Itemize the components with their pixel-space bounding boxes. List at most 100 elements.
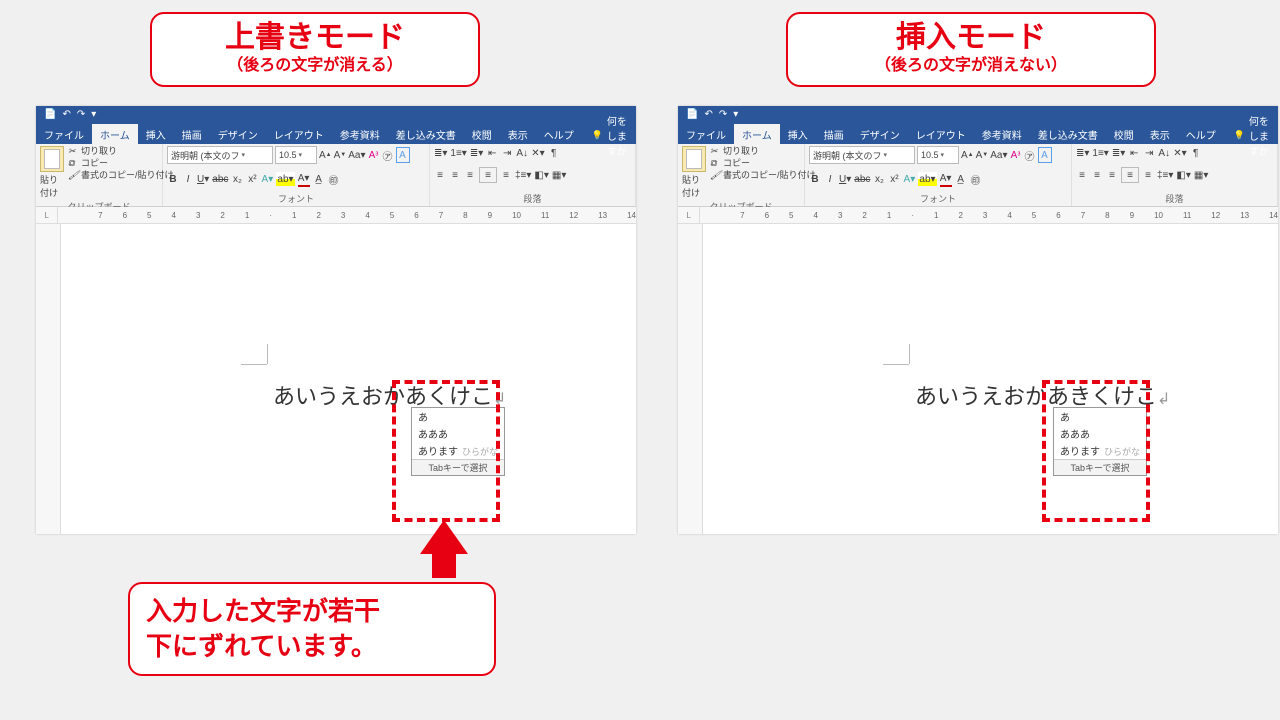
paste-button[interactable]: 貼り付け	[40, 146, 64, 199]
enclose-button[interactable]: A	[396, 147, 410, 163]
strike-button[interactable]: abc	[854, 172, 870, 186]
show-marks-button[interactable]: ¶	[548, 146, 560, 160]
align-left-button[interactable]: ≡	[1076, 168, 1088, 182]
highlight-button[interactable]: ab▾	[918, 172, 936, 186]
font-size-combo[interactable]: 10.5▾	[275, 146, 317, 164]
tab-layout[interactable]: レイアウト	[908, 124, 974, 144]
highlight-button[interactable]: ab▾	[276, 172, 294, 186]
font-color-button[interactable]: A▾	[940, 171, 952, 187]
copy-button[interactable]: ⧉コピー	[68, 158, 174, 169]
align-right-button[interactable]: ≡	[464, 168, 476, 182]
tab-review[interactable]: 校閲	[464, 124, 500, 144]
asian-layout-button[interactable]: ✕▾	[1173, 146, 1186, 160]
underline-button[interactable]: U▾	[197, 172, 209, 186]
font-size-combo[interactable]: 10.5▾	[917, 146, 959, 164]
tab-review[interactable]: 校閲	[1106, 124, 1142, 144]
tab-home[interactable]: ホーム	[92, 124, 138, 144]
tab-layout[interactable]: レイアウト	[266, 124, 332, 144]
multilevel-button[interactable]: ≣▾	[1112, 146, 1125, 160]
text-effects-button[interactable]: A▾	[261, 172, 273, 186]
justify-button[interactable]: ≡	[1121, 167, 1139, 183]
tell-me[interactable]: 💡何をしますか	[586, 124, 636, 144]
horizontal-ruler[interactable]: 7654321·1234567891011121314	[700, 207, 1278, 224]
superscript-button[interactable]: x²	[246, 172, 258, 186]
save-icon[interactable]: 📄	[686, 110, 698, 120]
superscript-button[interactable]: x²	[888, 172, 900, 186]
align-left-button[interactable]: ≡	[434, 168, 446, 182]
tab-insert[interactable]: 挿入	[138, 124, 174, 144]
strike-button[interactable]: abc	[212, 172, 228, 186]
enclose-button[interactable]: A	[1038, 147, 1052, 163]
tab-mailings[interactable]: 差し込み文書	[388, 124, 464, 144]
justify-button[interactable]: ≡	[479, 167, 497, 183]
bullets-button[interactable]: ≣▾	[434, 146, 447, 160]
phonetic-button[interactable]: ㋐	[382, 148, 394, 162]
tab-references[interactable]: 参考資料	[974, 124, 1030, 144]
shading-button[interactable]: ◧▾	[534, 168, 548, 182]
outdent-button[interactable]: ⇤	[1128, 146, 1140, 160]
tab-help[interactable]: ヘルプ	[536, 124, 582, 144]
numbering-button[interactable]: 1≡▾	[450, 146, 466, 160]
shrink-font-button[interactable]: A▼	[334, 148, 347, 162]
bold-button[interactable]: B	[809, 172, 821, 186]
vertical-ruler[interactable]	[678, 224, 703, 534]
tab-home[interactable]: ホーム	[734, 124, 780, 144]
tab-help[interactable]: ヘルプ	[1178, 124, 1224, 144]
multilevel-button[interactable]: ≣▾	[470, 146, 483, 160]
align-center-button[interactable]: ≡	[449, 168, 461, 182]
shrink-font-button[interactable]: A▼	[976, 148, 989, 162]
copy-button[interactable]: ⧉コピー	[710, 158, 816, 169]
enclose-char-button[interactable]: ㊞	[970, 172, 982, 186]
page[interactable]: あいうえおかあくけこ↲ あ あああ ありますひらがな Tabキーで選択	[61, 224, 636, 534]
borders-button[interactable]: ▦▾	[552, 168, 566, 182]
grow-font-button[interactable]: A▲	[961, 148, 974, 162]
tab-design[interactable]: デザイン	[852, 124, 908, 144]
asian-layout-button[interactable]: ✕▾	[531, 146, 544, 160]
shading-button[interactable]: ◧▾	[1176, 168, 1190, 182]
bold-button[interactable]: B	[167, 172, 179, 186]
borders-button[interactable]: ▦▾	[1194, 168, 1208, 182]
line-spacing-button[interactable]: ‡≡▾	[1157, 168, 1173, 182]
numbering-button[interactable]: 1≡▾	[1092, 146, 1108, 160]
text-effects-button[interactable]: A▾	[903, 172, 915, 186]
italic-button[interactable]: I	[182, 172, 194, 186]
tab-draw[interactable]: 描画	[816, 124, 852, 144]
indent-button[interactable]: ⇥	[1143, 146, 1155, 160]
undo-icon[interactable]: ↶	[704, 110, 712, 120]
save-icon[interactable]: 📄	[44, 110, 56, 120]
tab-design[interactable]: デザイン	[210, 124, 266, 144]
indent-button[interactable]: ⇥	[501, 146, 513, 160]
format-painter-button[interactable]: 🖌書式のコピー/貼り付け	[68, 170, 174, 181]
align-center-button[interactable]: ≡	[1091, 168, 1103, 182]
underline-button[interactable]: U▾	[839, 172, 851, 186]
grow-font-button[interactable]: A▲	[319, 148, 332, 162]
outdent-button[interactable]: ⇤	[486, 146, 498, 160]
sort-button[interactable]: A↓	[516, 146, 528, 160]
format-painter-button[interactable]: 🖌書式のコピー/貼り付け	[710, 170, 816, 181]
char-shading-button[interactable]: A̲	[313, 172, 325, 186]
tab-references[interactable]: 参考資料	[332, 124, 388, 144]
change-case-button[interactable]: Aa▾	[990, 148, 1007, 162]
line-spacing-button[interactable]: ‡≡▾	[515, 168, 531, 182]
distribute-button[interactable]: ≡	[500, 168, 512, 182]
change-case-button[interactable]: Aa▾	[348, 148, 365, 162]
tab-mailings[interactable]: 差し込み文書	[1030, 124, 1106, 144]
tab-draw[interactable]: 描画	[174, 124, 210, 144]
align-right-button[interactable]: ≡	[1106, 168, 1118, 182]
cut-button[interactable]: ✂切り取り	[710, 146, 816, 157]
page[interactable]: あいうえおかあきくけこ↲ あ あああ ありますひらがな Tabキーで選択	[703, 224, 1278, 534]
tab-file[interactable]: ファイル	[36, 124, 92, 144]
enclose-char-button[interactable]: ㊞	[328, 172, 340, 186]
tab-view[interactable]: 表示	[1142, 124, 1178, 144]
font-name-combo[interactable]: 游明朝 (本文のフ▾	[809, 146, 915, 164]
sort-button[interactable]: A↓	[1158, 146, 1170, 160]
subscript-button[interactable]: x₂	[873, 172, 885, 186]
show-marks-button[interactable]: ¶	[1190, 146, 1202, 160]
italic-button[interactable]: I	[824, 172, 836, 186]
font-color-button[interactable]: A▾	[298, 171, 310, 187]
horizontal-ruler[interactable]: 7654321·1234567891011121314	[58, 207, 636, 224]
cut-button[interactable]: ✂切り取り	[68, 146, 174, 157]
bullets-button[interactable]: ≣▾	[1076, 146, 1089, 160]
tell-me[interactable]: 💡何をしますか	[1228, 124, 1278, 144]
char-shading-button[interactable]: A̲	[955, 172, 967, 186]
